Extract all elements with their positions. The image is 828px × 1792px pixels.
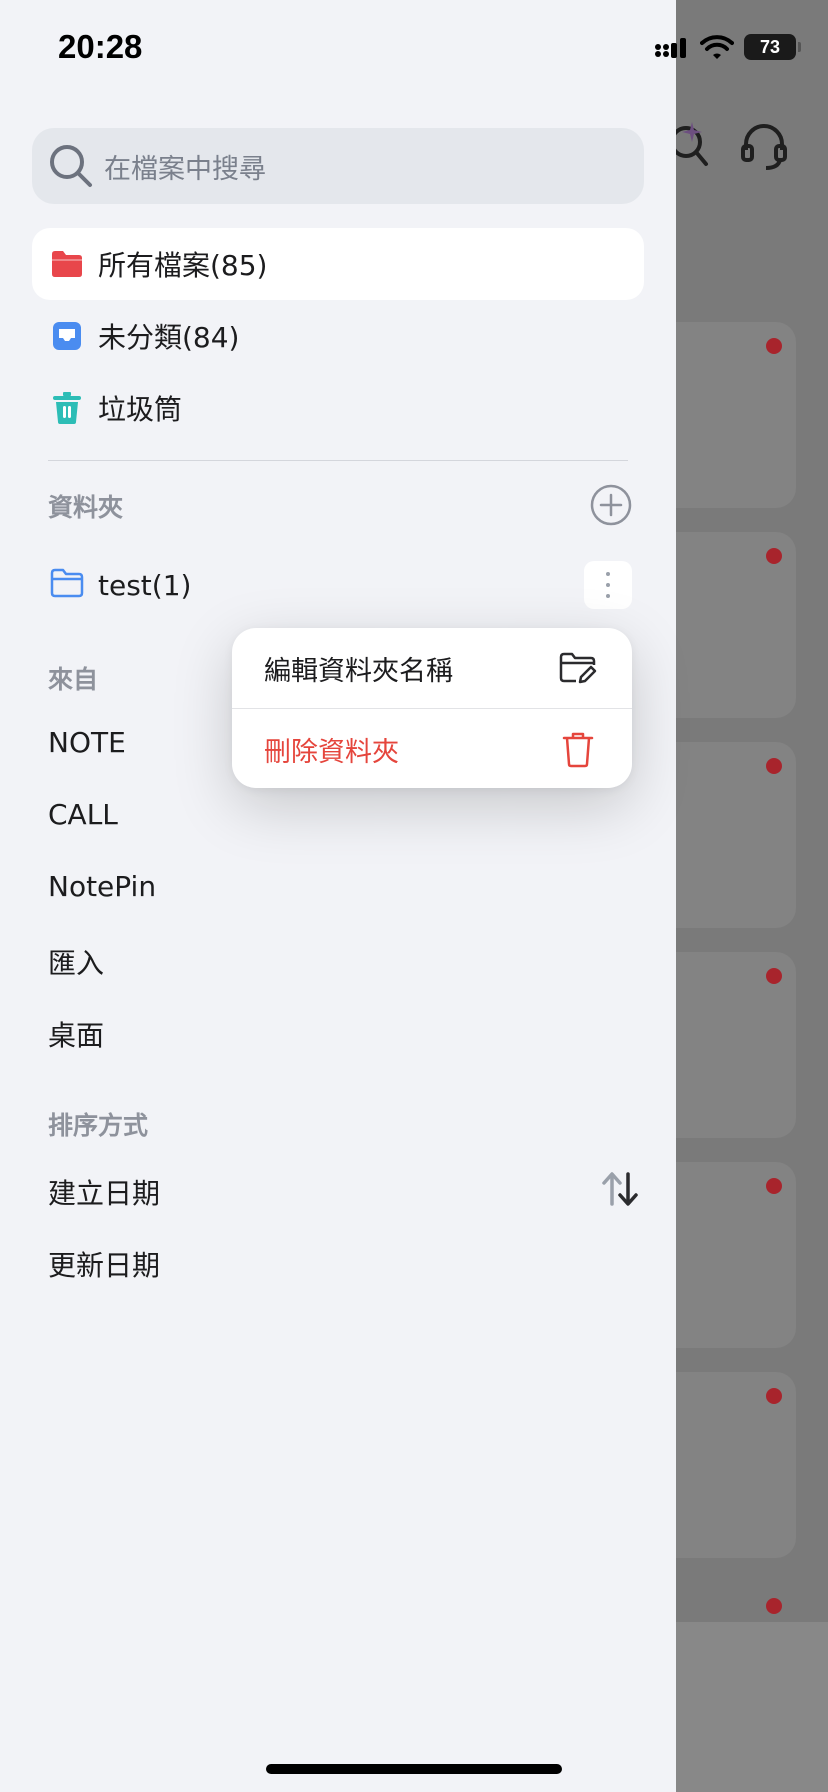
folder-context-menu: 編輯資料夾名稱 刪除資料夾 xyxy=(232,628,632,788)
nav-item-uncategorized[interactable]: 未分類(84) xyxy=(32,300,644,372)
side-drawer: 20:28 在檔案中搜尋 所有檔案(85) 未分類(84) 垃圾筒 資料夾 te… xyxy=(0,0,676,1792)
folder-edit-icon xyxy=(559,652,597,684)
folders-section-title: 資料夾 xyxy=(48,493,124,522)
sort-order-icon[interactable] xyxy=(600,1170,640,1208)
sort-section-title: 排序方式 xyxy=(48,1111,149,1140)
delete-folder-menu-item[interactable]: 刪除資料夾 xyxy=(232,709,632,788)
unread-dot xyxy=(766,548,782,564)
nav-item-label: 垃圾筒 xyxy=(98,393,183,426)
more-dot xyxy=(606,583,610,587)
nav-item-label: 未分類(84) xyxy=(98,321,240,354)
trash-icon xyxy=(50,391,84,425)
nav-item-trash[interactable]: 垃圾筒 xyxy=(32,372,644,444)
battery-level: 73 xyxy=(759,36,781,57)
trash-icon xyxy=(562,732,594,768)
headset-icon xyxy=(741,124,787,170)
unread-dot xyxy=(766,1598,782,1614)
source-item-desktop[interactable]: 桌面 xyxy=(48,1014,104,1054)
more-dot xyxy=(606,594,610,598)
nav-item-all-files[interactable]: 所有檔案(85) xyxy=(32,228,644,300)
folder-icon xyxy=(50,568,84,602)
source-item-note[interactable]: NOTE xyxy=(48,726,126,759)
folder-red-icon xyxy=(50,247,84,281)
signal-icon xyxy=(655,38,686,58)
divider xyxy=(48,460,628,461)
ai-search-icon xyxy=(676,122,708,166)
folder-label: test(1) xyxy=(98,568,192,602)
source-item-call[interactable]: CALL xyxy=(48,798,118,831)
search-input[interactable]: 在檔案中搜尋 xyxy=(32,128,644,204)
folder-item-test[interactable]: test(1) xyxy=(32,550,644,620)
menu-item-label: 刪除資料夾 xyxy=(264,736,399,768)
unread-dot xyxy=(766,758,782,774)
status-bar-right: 73 xyxy=(654,34,801,60)
unread-dot xyxy=(766,968,782,984)
unread-dot xyxy=(766,1178,782,1194)
home-indicator xyxy=(266,1764,562,1774)
battery-icon: 73 xyxy=(744,34,801,60)
search-icon xyxy=(50,145,92,187)
nav-item-label: 所有檔案(85) xyxy=(98,249,268,282)
folder-more-button[interactable] xyxy=(584,561,632,609)
unread-dot xyxy=(766,338,782,354)
rename-folder-menu-item[interactable]: 編輯資料夾名稱 xyxy=(232,628,632,708)
from-section-title: 來自 xyxy=(48,665,99,694)
menu-item-label: 編輯資料夾名稱 xyxy=(264,655,453,687)
dimmed-card xyxy=(676,1622,828,1792)
add-folder-button[interactable] xyxy=(590,484,632,526)
search-placeholder: 在檔案中搜尋 xyxy=(104,153,266,185)
source-item-notepin[interactable]: NotePin xyxy=(48,870,156,903)
inbox-icon xyxy=(50,319,84,353)
status-time: 20:28 xyxy=(58,28,143,65)
sort-item-updated[interactable]: 更新日期 xyxy=(48,1244,160,1284)
source-item-import[interactable]: 匯入 xyxy=(48,942,104,982)
more-dot xyxy=(606,572,610,576)
unread-dot xyxy=(766,1388,782,1404)
wifi-icon xyxy=(700,35,734,59)
sort-item-created[interactable]: 建立日期 xyxy=(48,1172,160,1212)
